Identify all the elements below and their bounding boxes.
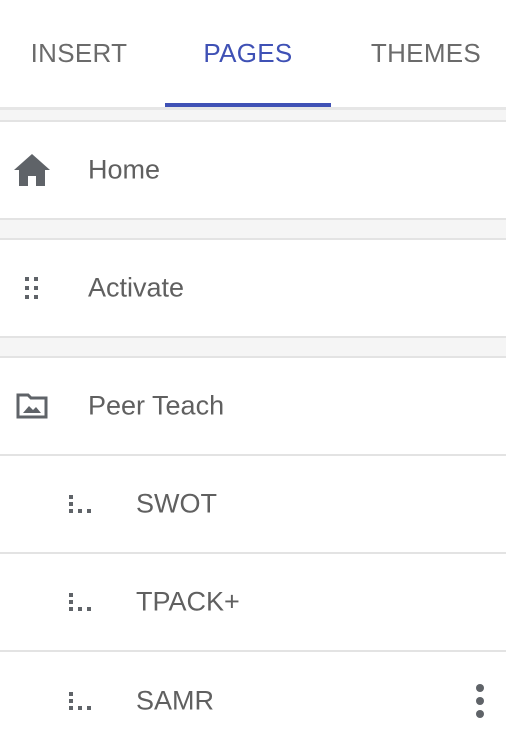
folder-icon (16, 393, 48, 419)
subpage-item-tpack[interactable]: TPACK+ (0, 552, 506, 652)
tab-pages[interactable]: PAGES (165, 0, 331, 106)
page-item-peer-teach[interactable]: Peer Teach (0, 356, 506, 456)
section-gap (0, 338, 506, 356)
subpage-drag-icon[interactable] (68, 691, 92, 711)
home-icon (14, 154, 50, 186)
page-item-label: Peer Teach (88, 390, 225, 421)
page-item-home[interactable]: Home (0, 120, 506, 220)
page-item-label: Home (88, 154, 161, 185)
more-vert-icon[interactable] (470, 683, 490, 719)
section-gap (0, 220, 506, 238)
tab-bar: INSERT PAGES THEMES (0, 0, 506, 107)
page-item-activate[interactable]: Activate (0, 238, 506, 338)
page-item-label: SWOT (136, 488, 217, 519)
drag-handle-icon[interactable] (24, 276, 40, 300)
page-item-label: SAMR (136, 685, 215, 716)
subpage-item-swot[interactable]: SWOT (0, 454, 506, 554)
page-item-label: Activate (88, 272, 185, 303)
tab-themes[interactable]: THEMES (346, 0, 506, 106)
section-gap (0, 110, 506, 120)
subpage-drag-icon[interactable] (68, 494, 92, 514)
subpage-drag-icon[interactable] (68, 592, 92, 612)
subpage-item-samr[interactable]: SAMR (0, 650, 506, 750)
tab-insert[interactable]: INSERT (0, 0, 158, 106)
page-item-label: TPACK+ (136, 586, 240, 617)
